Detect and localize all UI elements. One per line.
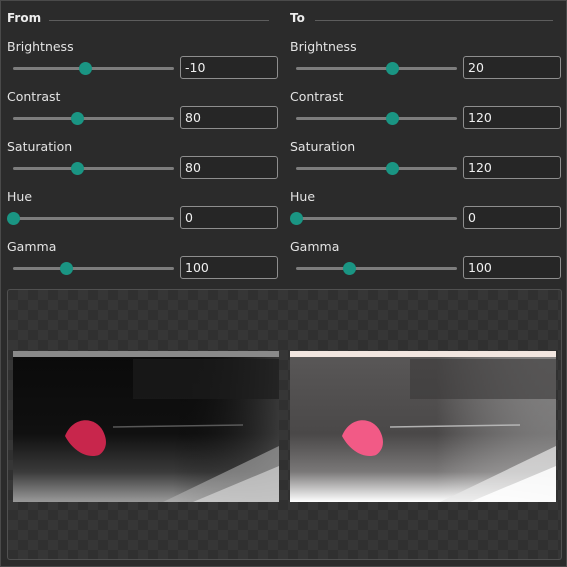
from-hue-label: Hue — [7, 189, 33, 204]
from-gamma-slider-handle[interactable] — [59, 262, 73, 275]
to-brightness-label: Brightness — [290, 39, 357, 54]
to-contrast-input[interactable] — [463, 106, 561, 129]
from-hue-slider-track[interactable] — [6, 212, 174, 225]
to-brightness-slider-track[interactable] — [296, 62, 457, 75]
from-gamma-slider-track[interactable] — [13, 262, 174, 275]
to-saturation-label: Saturation — [290, 139, 356, 154]
to-brightness-input[interactable] — [463, 56, 561, 79]
to-saturation-input[interactable] — [463, 156, 561, 179]
to-contrast-slider-handle[interactable] — [386, 112, 400, 125]
preview-area — [7, 289, 562, 560]
from-title: From — [7, 11, 42, 25]
from-gamma-row: Gamma — [7, 239, 282, 289]
to-preview-image — [290, 351, 556, 502]
to-brightness-slider-handle[interactable] — [386, 62, 400, 75]
to-saturation-slider-handle[interactable] — [386, 162, 400, 175]
from-contrast-slider-track[interactable] — [13, 112, 174, 125]
from-saturation-slider-handle[interactable] — [70, 162, 84, 175]
from-hue-slider-handle[interactable] — [6, 212, 20, 225]
from-brightness-slider-track[interactable] — [13, 62, 174, 75]
from-section-header: From — [7, 11, 277, 29]
to-gamma-row: Gamma — [290, 239, 565, 289]
to-gamma-label: Gamma — [290, 239, 340, 254]
from-hue-row: Hue — [6, 189, 282, 239]
color-adjust-panel: From Brightness Contrast Saturation — [0, 0, 567, 567]
from-brightness-input[interactable] — [180, 56, 278, 79]
from-contrast-input[interactable] — [180, 106, 278, 129]
to-title: To — [290, 11, 305, 25]
to-saturation-slider-track[interactable] — [296, 162, 457, 175]
from-contrast-row: Contrast — [7, 89, 282, 139]
to-contrast-slider-track[interactable] — [296, 112, 457, 125]
from-hue-input[interactable] — [180, 206, 278, 229]
to-hue-input[interactable] — [463, 206, 561, 229]
from-saturation-input[interactable] — [180, 156, 278, 179]
from-contrast-slider-handle[interactable] — [70, 112, 84, 125]
from-brightness-row: Brightness — [7, 39, 282, 89]
to-gamma-slider-track[interactable] — [296, 262, 457, 275]
to-hue-label: Hue — [290, 189, 316, 204]
to-contrast-row: Contrast — [290, 89, 565, 139]
from-saturation-label: Saturation — [7, 139, 73, 154]
from-saturation-row: Saturation — [7, 139, 282, 189]
to-saturation-row: Saturation — [290, 139, 565, 189]
from-brightness-slider-handle[interactable] — [78, 62, 92, 75]
to-hue-slider-track[interactable] — [289, 212, 457, 225]
from-gamma-label: Gamma — [7, 239, 57, 254]
from-contrast-label: Contrast — [7, 89, 61, 104]
to-hue-slider-handle[interactable] — [289, 212, 303, 225]
to-gamma-input[interactable] — [463, 256, 561, 279]
from-preview-image — [13, 351, 279, 502]
from-saturation-slider-track[interactable] — [13, 162, 174, 175]
to-section-header: To — [290, 11, 560, 29]
to-contrast-label: Contrast — [290, 89, 344, 104]
to-brightness-row: Brightness — [290, 39, 565, 89]
to-hue-row: Hue — [289, 189, 565, 239]
from-gamma-input[interactable] — [180, 256, 278, 279]
from-divider — [49, 20, 269, 21]
from-brightness-label: Brightness — [7, 39, 74, 54]
to-divider — [315, 20, 553, 21]
to-gamma-slider-handle[interactable] — [342, 262, 356, 275]
